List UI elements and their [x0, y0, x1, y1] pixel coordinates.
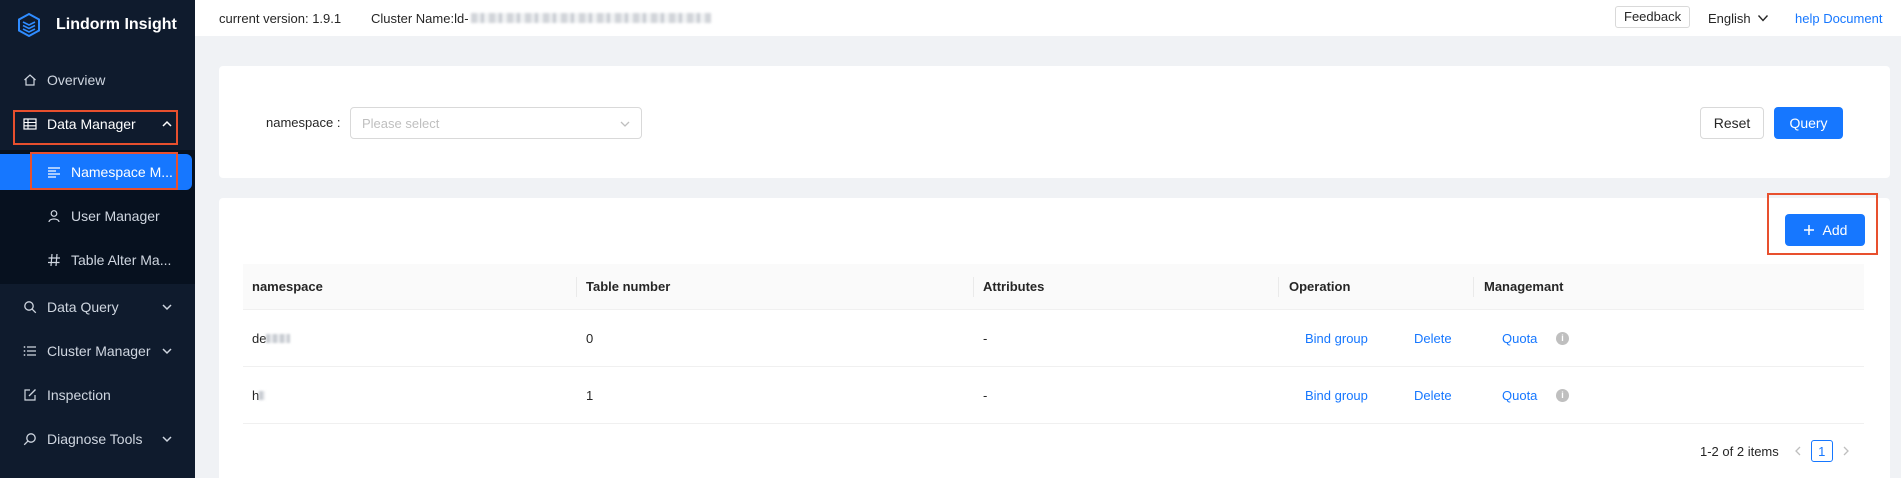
table-number-cell: 1 [586, 387, 594, 403]
sidebar-item-diagnose-tools[interactable]: Diagnose Tools [0, 421, 195, 457]
sidebar-item-cluster-manager[interactable]: Cluster Manager [0, 333, 195, 369]
sidebar-item-overview[interactable]: Overview [0, 62, 195, 98]
chevron-down-icon [162, 304, 172, 311]
attributes-cell: - [983, 387, 988, 403]
redacted-text [259, 390, 266, 400]
filter-panel: namespace : Please select Reset Query [219, 66, 1890, 178]
sidebar-item-label: Inspection [47, 387, 111, 403]
chevron-down-icon [1757, 15, 1768, 22]
language-selector[interactable]: English [1708, 11, 1769, 26]
delete-link[interactable]: Delete [1414, 367, 1452, 423]
hash-icon [46, 252, 62, 268]
sidebar-item-inspection[interactable]: Inspection [0, 377, 195, 413]
quota-link[interactable]: Quota [1502, 367, 1537, 423]
table-header: namespace Table number Attributes Operat… [243, 264, 1864, 310]
column-divider [1278, 277, 1279, 297]
language-label: English [1708, 10, 1751, 26]
add-namespace-button[interactable]: Add [1785, 214, 1865, 246]
feedback-button[interactable]: Feedback [1615, 6, 1691, 28]
attributes-cell: - [983, 330, 988, 346]
edit-icon [22, 387, 38, 403]
table-row: de 0 - Bind group Delete Quota i [243, 310, 1864, 367]
namespace-value: de [252, 330, 267, 346]
sidebar: Lindorm Insight Overview Data Manager Na… [0, 0, 195, 478]
column-divider [576, 277, 577, 297]
sidebar-item-label: Cluster Manager [47, 343, 151, 359]
column-divider [973, 277, 974, 297]
list-icon [22, 343, 38, 359]
bind-group-link[interactable]: Bind group [1305, 310, 1368, 366]
sidebar-item-label: Namespace M... [71, 164, 173, 180]
home-icon [22, 72, 38, 88]
sidebar-item-user-manager[interactable]: User Manager [0, 198, 195, 234]
namespace-select-placeholder: Please select [362, 115, 440, 131]
redacted-text [266, 333, 291, 343]
column-header-table-number: Table number [586, 279, 671, 294]
plus-icon [1803, 225, 1814, 235]
sidebar-item-data-query[interactable]: Data Query [0, 289, 195, 325]
table-row: h 1 - Bind group Delete Quota i [243, 367, 1864, 424]
version-label: current version: 1.9.1 [219, 10, 342, 26]
sidebar-item-label: Data Manager [47, 116, 136, 132]
column-divider [1473, 277, 1474, 297]
namespace-value: h [252, 387, 260, 403]
pagination-summary: 1-2 of 2 items [1700, 443, 1779, 459]
reset-button[interactable]: Reset [1700, 107, 1764, 139]
column-header-attributes: Attributes [983, 279, 1045, 294]
list-icon [46, 164, 62, 180]
cluster-name-label: Cluster Name:ld- [371, 10, 469, 26]
brand: Lindorm Insight [0, 0, 195, 50]
app-title: Lindorm Insight [56, 16, 177, 33]
lindorm-logo-icon [18, 12, 40, 38]
table-number-cell: 0 [586, 330, 594, 346]
query-button[interactable]: Query [1774, 107, 1843, 139]
redacted-cluster-id [470, 13, 711, 23]
sidebar-item-label: Diagnose Tools [47, 431, 143, 447]
info-icon: i [1556, 388, 1569, 402]
namespace-cell: h [252, 367, 266, 423]
chevron-down-icon [620, 121, 630, 127]
sidebar-item-label: Overview [47, 72, 106, 88]
table-icon [22, 116, 38, 132]
search-icon [22, 431, 38, 447]
help-document-link[interactable]: help Document [1795, 11, 1882, 26]
chevron-down-icon [162, 436, 172, 443]
info-icon: i [1556, 331, 1569, 345]
chevron-right-icon [1843, 446, 1849, 455]
chevron-down-icon [162, 348, 172, 355]
sidebar-item-label: User Manager [71, 208, 160, 224]
sidebar-item-label: Table Alter Ma... [71, 252, 172, 268]
quota-link[interactable]: Quota [1502, 310, 1537, 366]
cluster-name: Cluster Name:ld- [371, 11, 711, 26]
quota-info[interactable]: i [1556, 367, 1569, 423]
sidebar-item-label: Data Query [47, 299, 119, 315]
sidebar-item-data-manager[interactable]: Data Manager [0, 106, 195, 142]
top-header: current version: 1.9.1 Cluster Name:ld- … [195, 0, 1901, 36]
column-header-namespace: namespace [252, 279, 323, 294]
search-icon [22, 299, 38, 315]
next-page-button[interactable] [1841, 444, 1851, 459]
page-button-1[interactable]: 1 [1810, 440, 1833, 462]
chevron-up-icon [162, 120, 172, 127]
column-header-managemant: Managemant [1484, 279, 1564, 294]
namespace-filter-label: namespace : [266, 115, 341, 130]
bind-group-link[interactable]: Bind group [1305, 367, 1368, 423]
prev-page-button[interactable] [1793, 444, 1803, 459]
sidebar-item-namespace-manager[interactable]: Namespace M... [0, 154, 192, 190]
pagination: 1-2 of 2 items 1 [1700, 440, 1859, 462]
sidebar-item-table-alter-manager[interactable]: Table Alter Ma... [0, 242, 195, 278]
namespace-cell: de [252, 310, 291, 366]
user-icon [46, 208, 62, 224]
delete-link[interactable]: Delete [1414, 310, 1452, 366]
quota-info[interactable]: i [1556, 310, 1569, 366]
column-header-operation: Operation [1289, 279, 1351, 294]
chevron-left-icon [1794, 446, 1801, 455]
namespace-select[interactable]: Please select [350, 107, 642, 139]
add-button-label: Add [1822, 222, 1848, 238]
